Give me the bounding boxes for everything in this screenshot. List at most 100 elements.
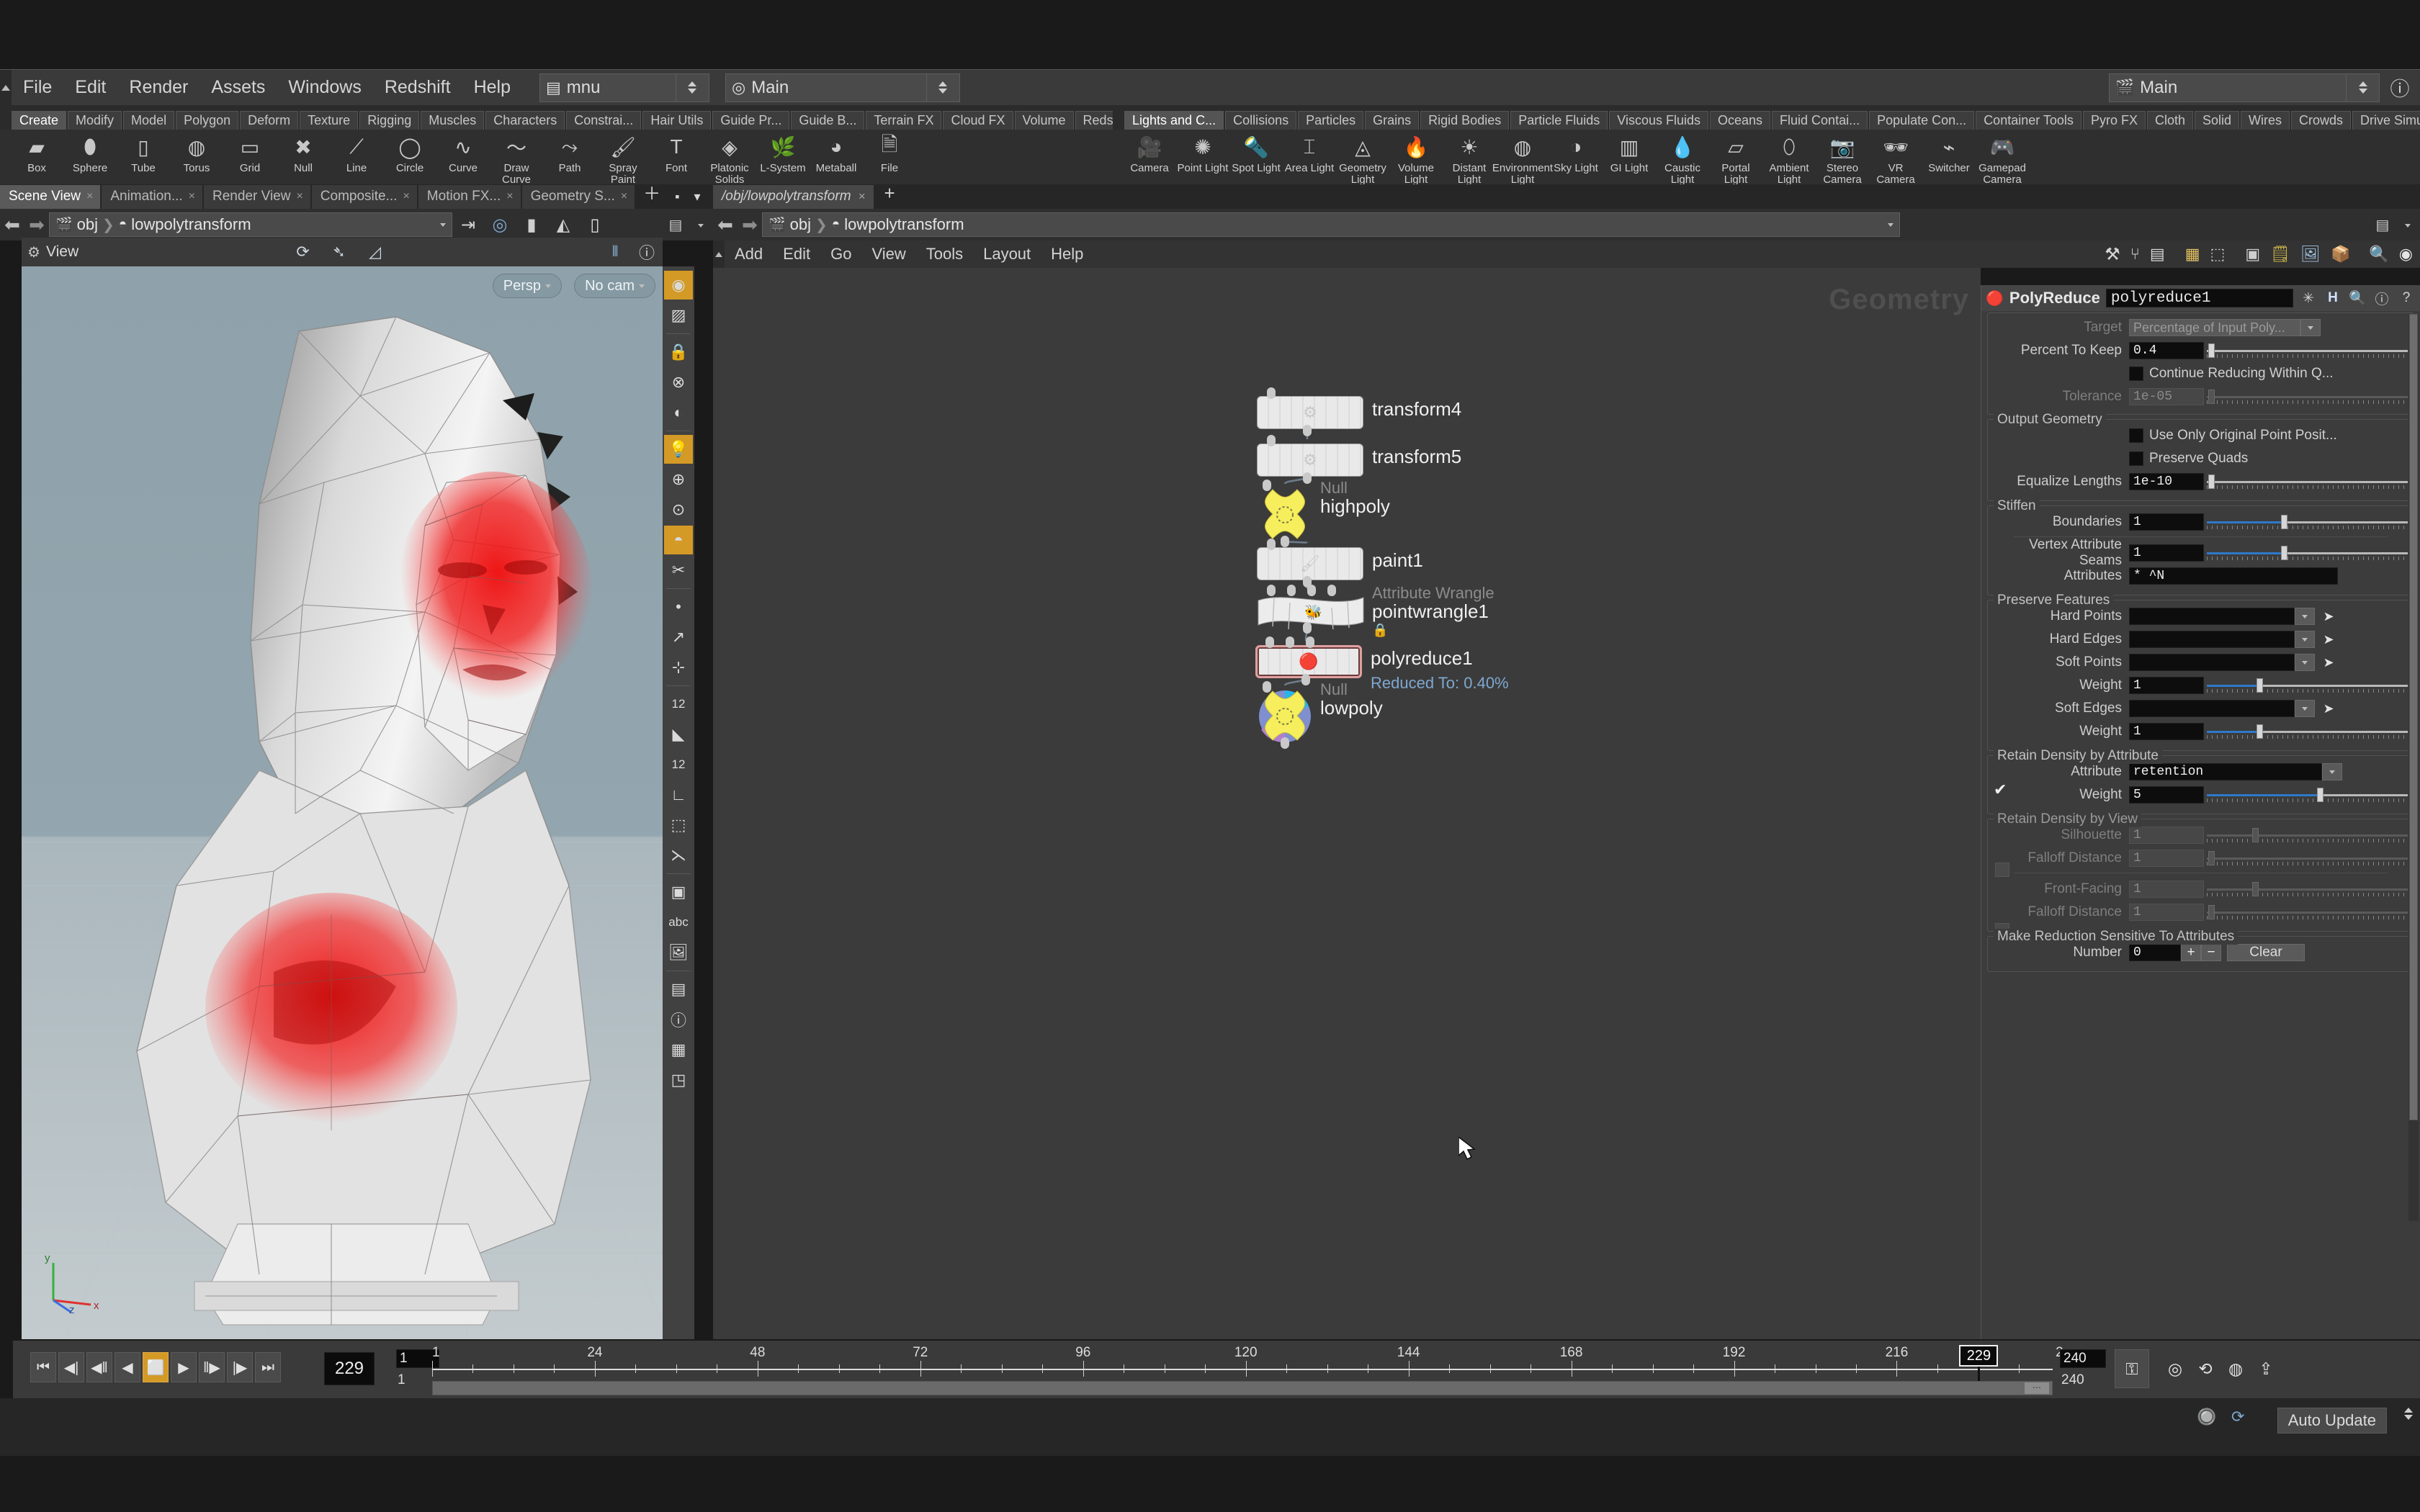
node-output-connector[interactable] bbox=[1281, 737, 1289, 749]
shelf-left-item[interactable]: ▭ Grid bbox=[223, 130, 277, 174]
forward-button[interactable]: ➡ bbox=[24, 214, 49, 236]
chevron-down-icon[interactable] bbox=[2295, 700, 2315, 717]
parameter-slider[interactable] bbox=[2207, 904, 2409, 920]
parameter-slider[interactable] bbox=[2207, 343, 2409, 359]
node-highpoly[interactable]: Null highpoly bbox=[1258, 480, 1390, 547]
grid-snap-icon[interactable]: ▦ bbox=[664, 1035, 693, 1064]
pane-tab-0[interactable]: Scene View × bbox=[0, 185, 101, 209]
wireframe-shading-icon[interactable]: ▨ bbox=[664, 301, 693, 330]
shelf-left-item[interactable]: ✖ Null bbox=[277, 130, 330, 174]
shelf-left-tab-3[interactable]: Polygon bbox=[176, 111, 239, 130]
step-forward-icon[interactable]: ‖▶ bbox=[199, 1352, 225, 1382]
close-icon[interactable]: × bbox=[621, 190, 627, 203]
shelf-left-tab-1[interactable]: Modify bbox=[68, 111, 122, 130]
shelf-left-item[interactable]: 〜 Draw Curve bbox=[490, 130, 543, 186]
menu-edit[interactable]: Edit bbox=[63, 72, 117, 104]
parameter-value-field[interactable]: 1 bbox=[2129, 513, 2204, 531]
stop-icon[interactable]: ⬜ bbox=[143, 1352, 169, 1382]
shelf-right-item[interactable]: ☀ Distant Light bbox=[1443, 130, 1496, 186]
add-light-icon[interactable]: ⊕ bbox=[664, 465, 693, 494]
shelf-right-tab-4[interactable]: Rigid Bodies bbox=[1420, 111, 1510, 130]
timeline-scroll-strip[interactable]: ⋯ bbox=[432, 1381, 2053, 1395]
shelf-right-item[interactable]: ▥ GI Light bbox=[1603, 130, 1656, 174]
node-name-label[interactable]: highpoly bbox=[1320, 495, 1390, 518]
chevron-down-icon[interactable] bbox=[440, 222, 446, 227]
pane-tab-5[interactable]: Geometry S... × bbox=[521, 185, 635, 209]
shelf-left-tab-9[interactable]: Constrai... bbox=[566, 111, 642, 130]
parameter-value-field[interactable]: 1 bbox=[2129, 723, 2204, 740]
shelf-left-item[interactable]: ⬮ Sphere bbox=[63, 130, 117, 174]
shelf-left-item[interactable]: ◈ Platonic Solids bbox=[703, 130, 756, 186]
slider-handle[interactable] bbox=[2257, 724, 2264, 739]
network-menu-go[interactable]: Go bbox=[820, 245, 861, 264]
step-back-icon[interactable]: ◀‖ bbox=[86, 1352, 112, 1382]
shelf-left-tab-4[interactable]: Deform bbox=[240, 111, 299, 130]
slider-handle[interactable] bbox=[2208, 851, 2215, 865]
node-input-connector[interactable] bbox=[1265, 636, 1274, 648]
timeline-scroll-grip[interactable]: ⋯ bbox=[2025, 1382, 2049, 1394]
slider-handle[interactable] bbox=[2252, 882, 2259, 896]
slider-handle[interactable] bbox=[2252, 828, 2259, 842]
node-input-connector[interactable] bbox=[1267, 387, 1276, 399]
play-forward-icon[interactable]: ▶ bbox=[171, 1352, 197, 1382]
materials-icon[interactable]: ✂ bbox=[664, 556, 693, 585]
pane-resize-handle[interactable] bbox=[0, 70, 12, 105]
close-icon[interactable]: × bbox=[86, 190, 93, 203]
panel-menu-icon[interactable]: ▤ bbox=[2370, 216, 2396, 234]
shelf-left-item[interactable]: T Font bbox=[650, 130, 703, 174]
shelf-left-item[interactable]: 🌿 L-System bbox=[756, 130, 810, 174]
snapshot-icon[interactable]: ◍ bbox=[2221, 1352, 2250, 1385]
background-image-icon[interactable]: ▤ bbox=[664, 975, 693, 1004]
node-input-connector[interactable] bbox=[1286, 636, 1294, 648]
shapes-icon[interactable]: ⬚ bbox=[2210, 245, 2226, 264]
node-input-connector[interactable] bbox=[1287, 585, 1296, 596]
help-circle-icon[interactable]: ⓘ bbox=[2380, 73, 2420, 102]
display-geometry-icon[interactable]: ▮ bbox=[516, 215, 547, 235]
shelf-left-item[interactable]: ◕ Metaball bbox=[810, 130, 863, 174]
node-input-connector[interactable] bbox=[1267, 539, 1276, 550]
pin-icon[interactable]: ⇥ bbox=[452, 215, 484, 235]
jump-end-icon[interactable]: ⏭ bbox=[255, 1352, 281, 1382]
point-normals-icon[interactable]: ↗ bbox=[664, 623, 693, 652]
slider-handle[interactable] bbox=[2208, 390, 2215, 404]
camera-badge[interactable]: No cam bbox=[574, 274, 655, 298]
shelf-left-item[interactable]: ⟋ Line bbox=[330, 130, 383, 174]
shelf-right-tab-8[interactable]: Fluid Contai... bbox=[1772, 111, 1868, 130]
parameter-dropdown[interactable]: retention bbox=[2129, 763, 2322, 780]
pick-from-viewport-icon[interactable]: ➤ bbox=[2319, 654, 2338, 671]
parameter-slider[interactable] bbox=[2207, 678, 2409, 693]
chevron-down-icon[interactable] bbox=[2295, 608, 2315, 625]
parameter-picker-field[interactable] bbox=[2129, 700, 2295, 717]
shelf-right-item[interactable]: ◑ Sky Light bbox=[1549, 130, 1603, 174]
point-markers-icon[interactable]: ⊹ bbox=[664, 653, 693, 682]
shelf-right-tab-2[interactable]: Particles bbox=[1298, 111, 1364, 130]
jump-start-icon[interactable]: ⏮ bbox=[30, 1352, 56, 1382]
parameter-slider[interactable] bbox=[2207, 850, 2409, 866]
search-icon[interactable]: 🔍 bbox=[2369, 245, 2388, 264]
points-icon[interactable]: • bbox=[664, 593, 693, 621]
persp-badge[interactable]: Persp bbox=[492, 274, 562, 298]
shelf-right-tab-15[interactable]: Crowds bbox=[2291, 111, 2352, 130]
group-enable-checkbox[interactable]: ✔ bbox=[1994, 780, 2007, 799]
node-input-connector[interactable] bbox=[1267, 435, 1276, 446]
shelf-left-tab-8[interactable]: Characters bbox=[485, 111, 565, 130]
view-shading-icon[interactable]: ◉ bbox=[664, 271, 693, 300]
node-output-connector[interactable] bbox=[1303, 472, 1312, 484]
shelf-left-tab-10[interactable]: Hair Utils bbox=[642, 111, 712, 130]
menu-help[interactable]: Help bbox=[462, 72, 522, 104]
shelf-left-tab-5[interactable]: Texture bbox=[300, 111, 359, 130]
shelf-right-tab-16[interactable]: Drive Simula... bbox=[2352, 111, 2420, 130]
parameter-slider[interactable] bbox=[2207, 881, 2409, 897]
parameter-value-field[interactable]: 1e-05 bbox=[2129, 388, 2204, 405]
scene-light-icon[interactable]: 💡 bbox=[664, 435, 693, 464]
shelf-left-item[interactable]: ▯ Tube bbox=[117, 130, 170, 174]
parameter-value-field[interactable]: 1 bbox=[2129, 881, 2204, 898]
network-menu-edit[interactable]: Edit bbox=[773, 245, 820, 264]
shelf-right-item[interactable]: ⌁ Switcher bbox=[1922, 130, 1976, 174]
shelf-left-tab-13[interactable]: Terrain FX bbox=[866, 111, 942, 130]
shelf-left-tab-0[interactable]: Create bbox=[12, 111, 67, 130]
network-resize-handle[interactable] bbox=[713, 240, 725, 268]
node-input-connector[interactable] bbox=[1263, 681, 1271, 693]
slider-handle[interactable] bbox=[2257, 678, 2264, 693]
increment-button[interactable]: + bbox=[2181, 944, 2201, 961]
